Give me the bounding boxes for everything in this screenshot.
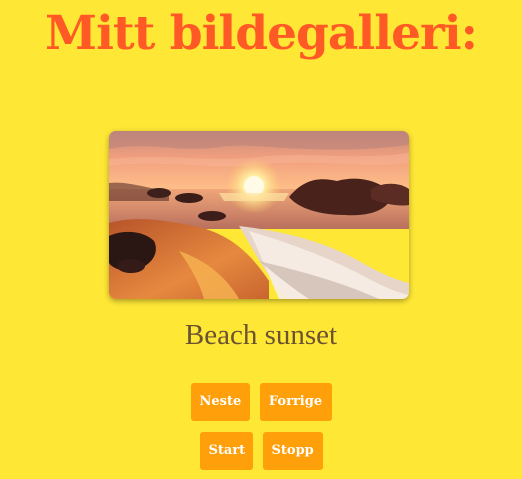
- gallery-image: [109, 131, 409, 299]
- start-button[interactable]: Start: [199, 432, 253, 470]
- page-title: Mitt bildegalleri:: [45, 6, 478, 61]
- beach-sunset-image: [109, 131, 409, 299]
- previous-button[interactable]: Forrige: [259, 383, 332, 421]
- next-button[interactable]: Neste: [190, 383, 250, 421]
- stop-button[interactable]: Stopp: [262, 432, 323, 470]
- navigation-controls: Neste Forrige: [0, 383, 522, 421]
- image-caption: Beach sunset: [184, 319, 338, 351]
- slideshow-controls: Start Stopp: [0, 432, 522, 470]
